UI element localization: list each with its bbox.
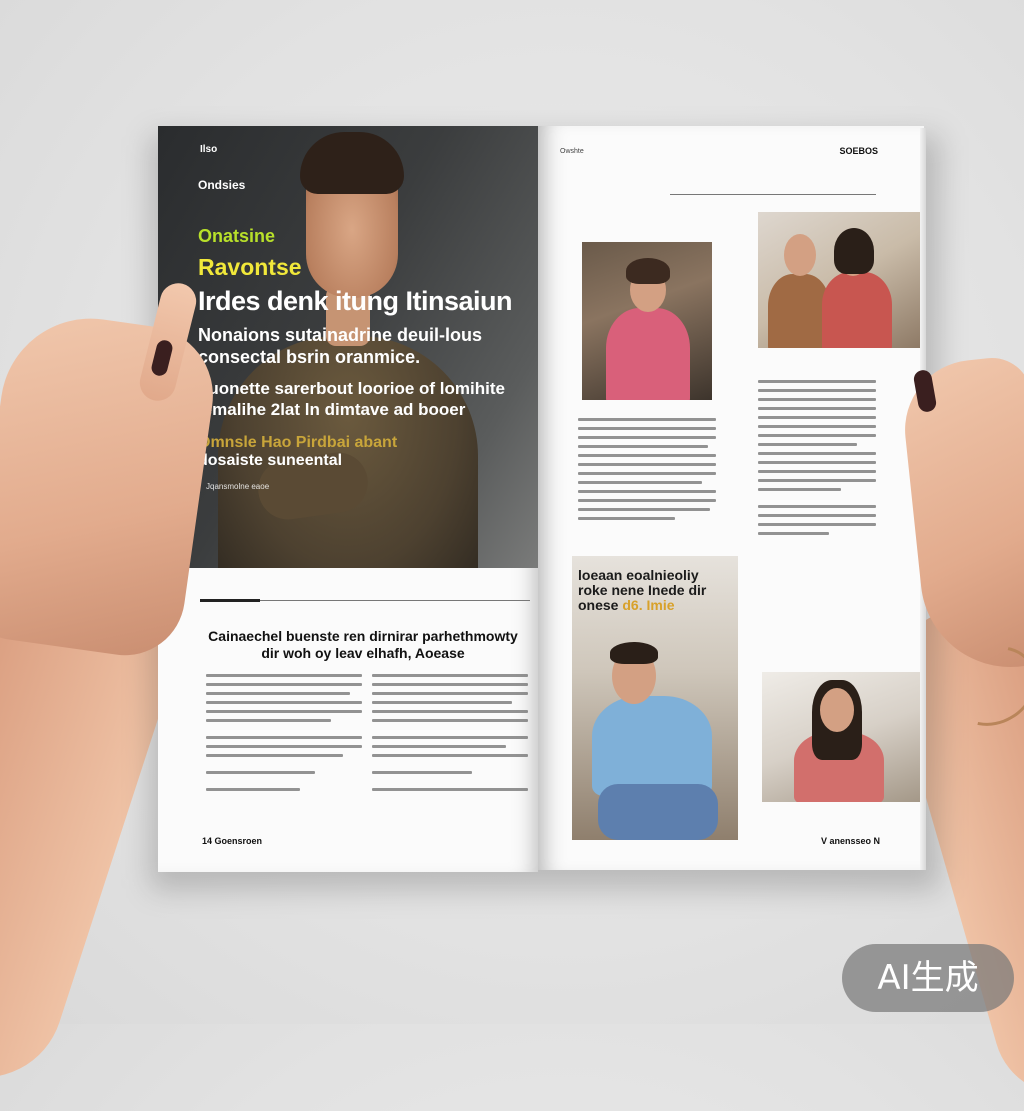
photo-woman-kitchen (762, 672, 920, 802)
section-rule-accent (200, 599, 260, 602)
right-folio: V anensseo N (820, 836, 880, 846)
hero-headline: Irdes denk itung Itinsaiun (198, 286, 513, 316)
left-page: Ilso Ondsies Onatsine Ravontse Irdes den… (158, 126, 538, 872)
hero-paragraph-2: Luonette sarerbout loorioe of lomihite l… (198, 379, 505, 419)
right-text-column-1 (578, 418, 716, 526)
photo-man-seated: loeaan eoalnieoliy roke nene Inede dir o… (572, 556, 738, 840)
hero-accent-line: Omnsle Hao Pirdbai abant (198, 434, 398, 451)
hero-tiny-label: Ilso (200, 144, 218, 155)
ai-generated-badge: AI生成 (842, 944, 1014, 1012)
photo-caption-line-3: onese (578, 597, 619, 613)
body-text-column-2 (372, 674, 528, 797)
photo-caption-line-2: roke nene Inede dir (578, 582, 707, 598)
hero-small-label: Ondsies (198, 178, 246, 192)
photo-woman-dancing (582, 242, 712, 400)
hero-sub-line: dosaiste suneental (198, 452, 343, 469)
photo-caption-line-1: loeaan eoalnieoliy (578, 567, 699, 583)
right-page: Owshte SOEBOS loeaan eoalnieoliy roke ne… (538, 126, 924, 870)
photo-caption: loeaan eoalnieoliy roke nene Inede dir o… (578, 568, 728, 613)
photo-couple (758, 212, 920, 348)
hero-kicker-yellow: Ravontse (198, 254, 302, 280)
right-text-column-2 (758, 380, 876, 541)
photo-caption-accent: d6. Imie (622, 597, 675, 613)
hero-photo: Ilso Ondsies Onatsine Ravontse Irdes den… (158, 126, 538, 568)
hero-credit: Jqansmolne eaoe (206, 482, 270, 491)
right-side-label: Owshte (560, 148, 584, 155)
man-hair (300, 132, 404, 194)
section-title: Cainaechel buenste ren dirnirar parhethm… (208, 628, 518, 661)
hero-kicker-lime: Onatsine (198, 226, 276, 246)
right-page-header: SOEBOS (839, 146, 878, 156)
left-folio: 14 Goensroen (202, 836, 263, 846)
body-text-column-1 (206, 674, 362, 797)
hero-paragraph-1: Nonaions sutainadrine deuil-lous consect… (198, 325, 483, 367)
magazine-scene: Ilso Ondsies Onatsine Ravontse Irdes den… (0, 0, 1024, 1111)
right-header-rule (670, 194, 876, 195)
